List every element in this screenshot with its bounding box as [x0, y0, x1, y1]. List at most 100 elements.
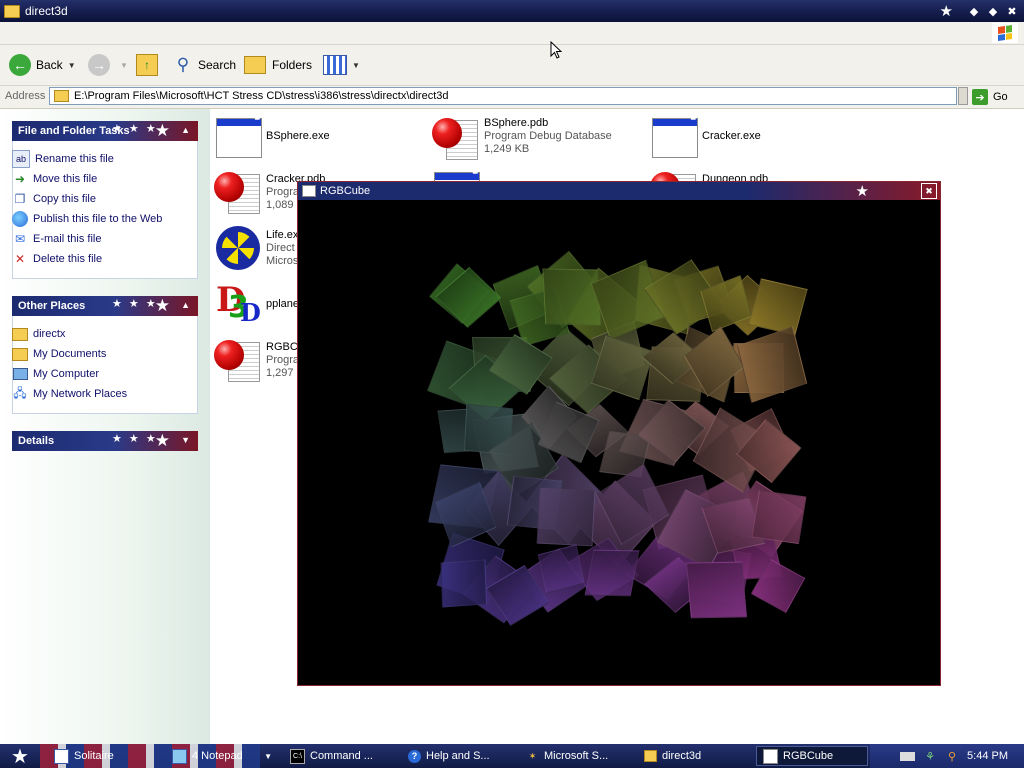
place-label: directx	[33, 328, 66, 340]
email-icon: ✉	[14, 232, 26, 246]
render-canvas[interactable]	[298, 200, 940, 685]
exe-icon	[214, 114, 262, 162]
stars-decoration: ★ ★ ★	[112, 298, 158, 310]
taskbar-button-label: Command ...	[310, 750, 373, 762]
pdb-icon	[214, 168, 262, 216]
taskbar-button-direct3d[interactable]: direct3d	[638, 746, 750, 766]
close-button[interactable]: ✖	[1004, 3, 1020, 19]
cube-shape	[536, 487, 596, 546]
taskbar-button-help[interactable]: ? Help and S...	[402, 746, 514, 766]
views-button[interactable]: ▼	[323, 53, 360, 77]
cube-shape	[751, 489, 807, 544]
task-publish[interactable]: Publish this file to the Web	[12, 210, 162, 228]
group-arrow-icon: ▼	[264, 751, 272, 761]
task-rename[interactable]: ab Rename this file	[12, 150, 114, 168]
cube-shape	[542, 268, 602, 326]
file-size: 1,089	[266, 199, 294, 211]
start-button[interactable]: ★	[0, 744, 40, 768]
explorer-title-bar[interactable]: direct3d ★ ◆ ◆ ✖	[0, 0, 1024, 22]
rgbcube-title: RGBCube	[320, 185, 371, 197]
window-icon	[302, 185, 316, 197]
window-title: direct3d	[25, 4, 68, 18]
folders-button[interactable]: Folders	[244, 53, 312, 77]
network-icon: 🖧	[13, 385, 27, 400]
dropdown-arrow-icon[interactable]: ▼	[68, 61, 76, 70]
place-my-network[interactable]: 🖧 My Network Places	[12, 385, 127, 403]
place-my-computer[interactable]: My Computer	[12, 365, 99, 383]
forward-button[interactable]: → ▼	[88, 53, 128, 77]
system-tray: ⚘ ⚲ 5:44 PM	[870, 744, 1024, 768]
address-bar: Address E:\Program Files\Microsoft\HCT S…	[0, 86, 1024, 109]
place-directx[interactable]: directx	[12, 325, 65, 343]
search-button[interactable]: ⚲ Search	[172, 53, 236, 77]
folder-icon	[644, 750, 657, 763]
views-icon	[323, 55, 347, 75]
taskbar-button-label: 4 Notepad	[192, 750, 243, 762]
folders-label: Folders	[272, 58, 313, 72]
task-email[interactable]: ✉ E-mail this file	[12, 230, 102, 248]
taskbar-button-command[interactable]: C:\ Command ...	[284, 746, 396, 766]
details-header[interactable]: Details ★ ▼ ★ ★ ★	[12, 431, 198, 451]
address-dropdown-button[interactable]	[958, 87, 968, 105]
keyboard-icon[interactable]	[900, 751, 916, 761]
maximize-button[interactable]: ◆	[985, 3, 1001, 19]
forward-arrow-icon: →	[88, 54, 110, 76]
task-move[interactable]: ➜ Move this file	[12, 170, 97, 188]
place-my-documents[interactable]: My Documents	[12, 345, 106, 363]
taskbar-button-solitaire[interactable]: Solitaire	[48, 746, 160, 766]
collapse-icon[interactable]: ▲	[181, 300, 190, 310]
cube-shape	[439, 559, 487, 608]
file-description: Progra	[266, 354, 300, 366]
go-button[interactable]: ➔ Go	[972, 88, 1008, 106]
back-arrow-icon: ←	[9, 54, 31, 76]
globe-icon	[12, 211, 28, 227]
minimize-button[interactable]: ◆	[966, 3, 982, 19]
stars-decoration: ★ ★ ★	[112, 123, 158, 135]
dropdown-arrow-icon[interactable]: ▼	[352, 61, 360, 70]
star-icon: ★	[855, 182, 869, 200]
cube-shape	[584, 550, 640, 598]
taskbar-button-rgbcube[interactable]: RGBCube	[756, 746, 868, 766]
back-button[interactable]: ← Back ▼	[9, 53, 76, 77]
life-icon	[214, 224, 262, 272]
expand-icon[interactable]: ▼	[181, 435, 190, 445]
task-copy[interactable]: ❐ Copy this file	[12, 190, 96, 208]
file-size: Micros	[266, 255, 299, 267]
folder-up-icon: ↑	[136, 54, 158, 76]
taskbar-button-notepad[interactable]: 4 Notepad ▼	[166, 746, 278, 766]
file-size: 1,249 KB	[484, 143, 530, 155]
up-button[interactable]: ↑	[136, 53, 158, 77]
taskbar-button-label: direct3d	[662, 750, 702, 762]
taskbar-button-microsoft[interactable]: ✶ Microsoft S...	[520, 746, 632, 766]
task-label: E-mail this file	[33, 233, 102, 245]
folders-icon	[244, 56, 266, 74]
windows-logo	[992, 23, 1018, 43]
file-description: Program Debug Database	[484, 130, 612, 142]
collapse-icon[interactable]: ▲	[181, 125, 190, 135]
place-label: My Documents	[33, 348, 107, 360]
clock[interactable]: 5:44 PM	[967, 750, 1008, 762]
network-tray-icon[interactable]: ⚘	[923, 749, 937, 763]
copy-icon: ❐	[14, 192, 26, 206]
taskbar-button-label: Solitaire	[74, 750, 114, 762]
folder-icon	[12, 326, 28, 342]
other-places-header[interactable]: Other Places ★ ▲ ★ ★ ★	[12, 296, 198, 316]
place-label: My Computer	[33, 368, 100, 380]
dropdown-arrow-icon[interactable]: ▼	[120, 61, 128, 70]
file-tasks-header[interactable]: File and Folder Tasks ★ ▲ ★ ★ ★	[12, 121, 198, 141]
solitaire-icon	[54, 748, 69, 764]
address-input[interactable]: E:\Program Files\Microsoft\HCT Stress CD…	[49, 87, 957, 105]
file-name: pplane	[266, 298, 300, 310]
file-name: Cracker.exe	[702, 130, 761, 142]
other-places-title: Other Places	[18, 300, 86, 312]
file-name: BSphere.exe	[266, 130, 330, 142]
computer-icon	[12, 366, 28, 382]
rgbcube-title-bar[interactable]: RGBCube ★ ✖	[298, 182, 940, 200]
task-label: Move this file	[33, 173, 98, 185]
close-button[interactable]: ✖	[921, 183, 937, 199]
taskbar-button-label: RGBCube	[783, 750, 834, 762]
rgbcube-window[interactable]: RGBCube ★ ✖	[297, 181, 941, 686]
search-tray-icon[interactable]: ⚲	[945, 749, 959, 763]
task-delete[interactable]: ✕ Delete this file	[12, 250, 102, 268]
move-icon: ➜	[14, 172, 26, 186]
